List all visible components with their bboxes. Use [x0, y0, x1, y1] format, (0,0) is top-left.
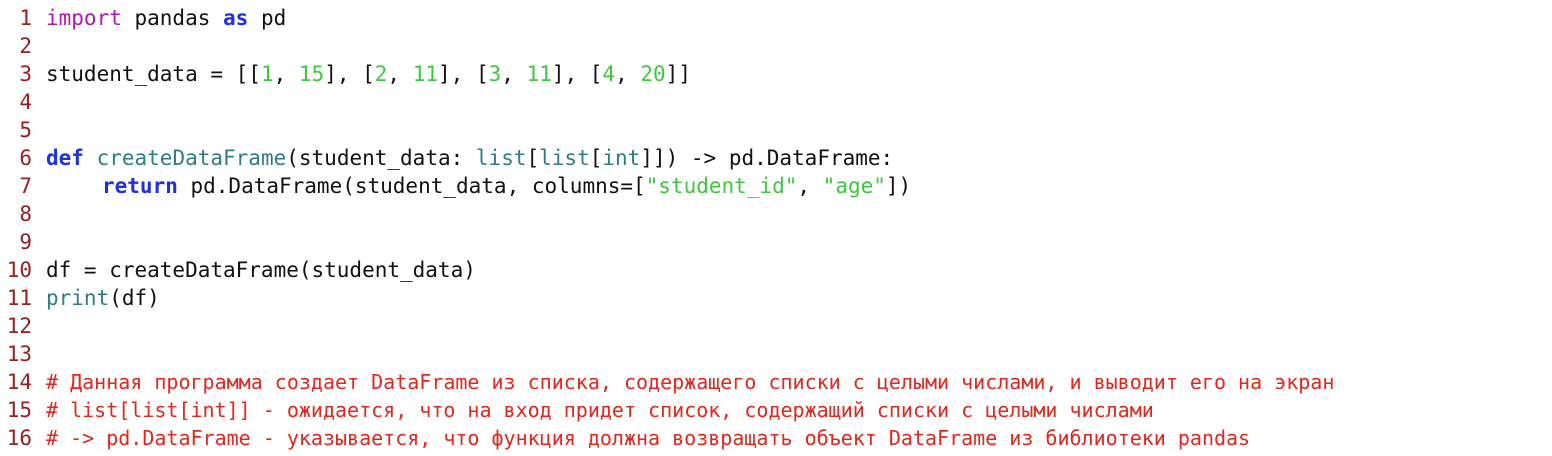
code-token: pd.DataFrame(student_data, columns=[: [177, 174, 646, 198]
code-token: (student_data:: [286, 146, 476, 170]
code-line[interactable]: 16 # -> pd.DataFrame - указывается, что …: [0, 424, 1552, 452]
code-text[interactable]: def createDataFrame(student_data: list[l…: [32, 144, 1552, 172]
string-literal: "age": [822, 174, 886, 198]
code-text[interactable]: # Данная программа создает DataFrame из …: [32, 368, 1552, 396]
code-line[interactable]: 8: [0, 200, 1552, 228]
code-token: ,: [615, 62, 641, 86]
keyword: return: [102, 174, 178, 198]
code-line[interactable]: 10 df = createDataFrame(student_data): [0, 256, 1552, 284]
code-text[interactable]: student_data = [[1, 15], [2, 11], [3, 11…: [32, 60, 1552, 88]
line-number: 7: [19, 174, 32, 198]
builtin-function: print: [46, 286, 110, 310]
code-line[interactable]: 15 # list[list[int]] - ожидается, что на…: [0, 396, 1552, 424]
builtin-type: list: [539, 146, 590, 170]
code-line[interactable]: 9: [0, 228, 1552, 256]
code-text[interactable]: print(df): [32, 284, 1552, 312]
keyword: import: [46, 6, 122, 30]
string-literal: "student_id": [645, 174, 798, 198]
code-line[interactable]: 14 # Данная программа создает DataFrame …: [0, 368, 1552, 396]
code-line[interactable]: 12: [0, 312, 1552, 340]
code-token: (df): [109, 286, 160, 310]
code-token: ,: [797, 174, 823, 198]
number-literal: 3: [488, 62, 502, 86]
code-text[interactable]: [32, 88, 1552, 116]
code-text[interactable]: df = createDataFrame(student_data): [32, 256, 1552, 284]
line-number: 3: [19, 62, 32, 86]
code-token: ,: [501, 62, 527, 86]
code-comment: # -> pd.DataFrame - указывается, что фун…: [46, 426, 1251, 450]
line-number: 4: [19, 90, 32, 114]
builtin-type: int: [602, 146, 641, 170]
code-line[interactable]: 1 import pandas as pd: [0, 4, 1552, 32]
code-token: [: [589, 146, 603, 170]
line-number: 5: [19, 118, 32, 142]
code-token: [: [526, 146, 540, 170]
keyword: as: [223, 6, 249, 30]
code-comment: # Данная программа создает DataFrame из …: [46, 370, 1335, 394]
code-text[interactable]: [32, 228, 1552, 256]
code-editor[interactable]: 1 import pandas as pd 2 3 student_data =…: [0, 0, 1552, 456]
code-token: student_data = [[: [46, 62, 261, 86]
code-token: ], [: [324, 62, 375, 86]
line-number: 12: [6, 314, 32, 338]
line-number: 13: [6, 342, 32, 366]
code-text[interactable]: [32, 340, 1552, 368]
code-token: pandas: [121, 6, 224, 30]
keyword: def: [46, 146, 84, 170]
code-line[interactable]: 13: [0, 340, 1552, 368]
code-line[interactable]: 2: [0, 32, 1552, 60]
code-text[interactable]: # list[list[int]] - ожидается, что на вх…: [32, 396, 1552, 424]
code-line[interactable]: 3 student_data = [[1, 15], [2, 11], [3, …: [0, 60, 1552, 88]
code-token: ], [: [438, 62, 489, 86]
code-token: pd: [248, 6, 287, 30]
code-token: ,: [387, 62, 413, 86]
code-text[interactable]: [32, 200, 1552, 228]
number-literal: 4: [602, 62, 616, 86]
code-text[interactable]: [32, 32, 1552, 60]
code-token: ]): [885, 174, 912, 198]
line-number: 2: [19, 34, 32, 58]
code-token: ]]: [665, 62, 691, 86]
builtin-type: list: [475, 146, 527, 170]
code-text[interactable]: # -> pd.DataFrame - указывается, что фун…: [32, 424, 1552, 452]
code-line[interactable]: 7 return pd.DataFrame(student_data, colu…: [0, 172, 1552, 200]
code-text[interactable]: import pandas as pd: [32, 4, 1552, 32]
line-number: 10: [6, 258, 32, 282]
code-token: ]]) -> pd.DataFrame:: [640, 146, 894, 170]
line-number: 6: [19, 146, 32, 170]
code-line[interactable]: 6 def createDataFrame(student_data: list…: [0, 144, 1552, 172]
code-token: df = createDataFrame(student_data): [46, 258, 476, 282]
number-literal: 2: [374, 62, 388, 86]
number-literal: 11: [526, 62, 552, 86]
code-token: ,: [273, 62, 299, 86]
number-literal: 20: [640, 62, 666, 86]
function-name: createDataFrame: [96, 146, 287, 170]
code-line[interactable]: 11 print(df): [0, 284, 1552, 312]
code-line[interactable]: 5: [0, 116, 1552, 144]
code-line[interactable]: 4: [0, 88, 1552, 116]
code-text[interactable]: return pd.DataFrame(student_data, column…: [32, 172, 1552, 200]
line-number: 15: [6, 398, 32, 422]
line-number: 14: [6, 370, 32, 394]
number-literal: 1: [260, 62, 274, 86]
code-comment: # list[list[int]] - ожидается, что на вх…: [46, 398, 1154, 422]
code-text[interactable]: [32, 116, 1552, 144]
code-token: ], [: [551, 62, 603, 86]
code-text[interactable]: [32, 312, 1552, 340]
line-number: 16: [6, 426, 32, 450]
number-literal: 11: [412, 62, 439, 86]
line-number: 9: [19, 230, 32, 254]
line-number: 8: [19, 202, 32, 226]
line-number: 1: [19, 6, 32, 30]
line-number: 11: [6, 286, 32, 310]
number-literal: 15: [298, 62, 325, 86]
